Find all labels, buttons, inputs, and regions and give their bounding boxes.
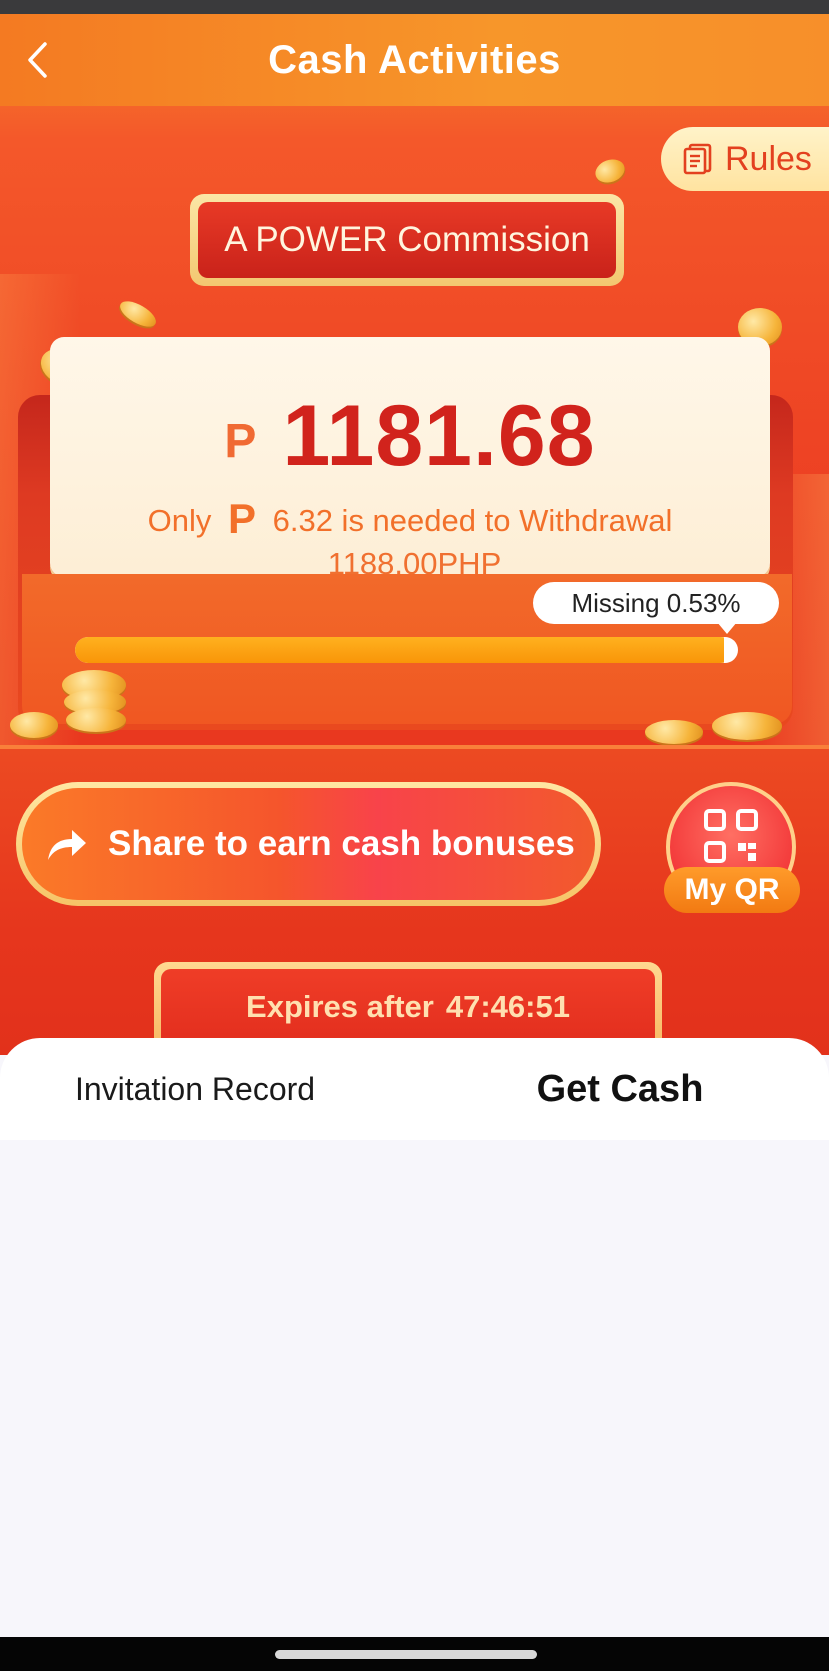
commission-banner: A POWER Commission: [190, 194, 624, 286]
need-amount-text: 6.32 is needed to Withdrawal: [272, 503, 673, 538]
document-icon: [683, 143, 712, 175]
progress-bar: [75, 637, 737, 663]
need-currency-symbol: P: [227, 495, 256, 542]
my-qr-button[interactable]: My QR: [664, 782, 800, 914]
share-button-label: Share to earn cash bonuses: [108, 824, 575, 863]
home-indicator[interactable]: [275, 1650, 537, 1659]
tab-get-cash[interactable]: Get Cash: [480, 1038, 760, 1140]
chevron-left-icon: [28, 42, 47, 78]
tab-bar: Invitation Record Get Cash: [0, 1038, 829, 1140]
coin-icon: [645, 720, 703, 744]
amount-card: P 1181.68 Only P 6.32 is needed to Withdr…: [50, 337, 770, 577]
withdrawal-target: 1188.00PHP: [327, 546, 502, 581]
coin-icon: [66, 708, 126, 732]
tab-content-area: [0, 1140, 829, 1637]
status-bar: [0, 0, 829, 14]
tab-invitation-record[interactable]: Invitation Record: [40, 1038, 350, 1140]
coin-icon: [10, 712, 58, 738]
top-navigation-bar: Cash Activities: [0, 14, 829, 106]
progress-bar-fill: [75, 637, 734, 663]
page-title: Cash Activities: [268, 37, 561, 82]
my-qr-label: My QR: [664, 867, 800, 913]
coin-stack-icon: [712, 712, 782, 740]
balance-amount: 1181.68: [282, 388, 596, 484]
share-button[interactable]: Share to earn cash bonuses: [16, 782, 601, 906]
progress-tooltip: Missing 0.53%: [533, 582, 779, 634]
share-arrow-icon: [48, 830, 86, 860]
currency-symbol: P: [224, 415, 257, 468]
qr-code-icon: [704, 809, 758, 863]
rules-label: Rules: [725, 139, 812, 178]
back-button[interactable]: [16, 36, 60, 84]
commission-title: A POWER Commission: [198, 202, 616, 278]
need-prefix: Only: [147, 503, 212, 538]
rules-button[interactable]: Rules: [661, 127, 829, 191]
